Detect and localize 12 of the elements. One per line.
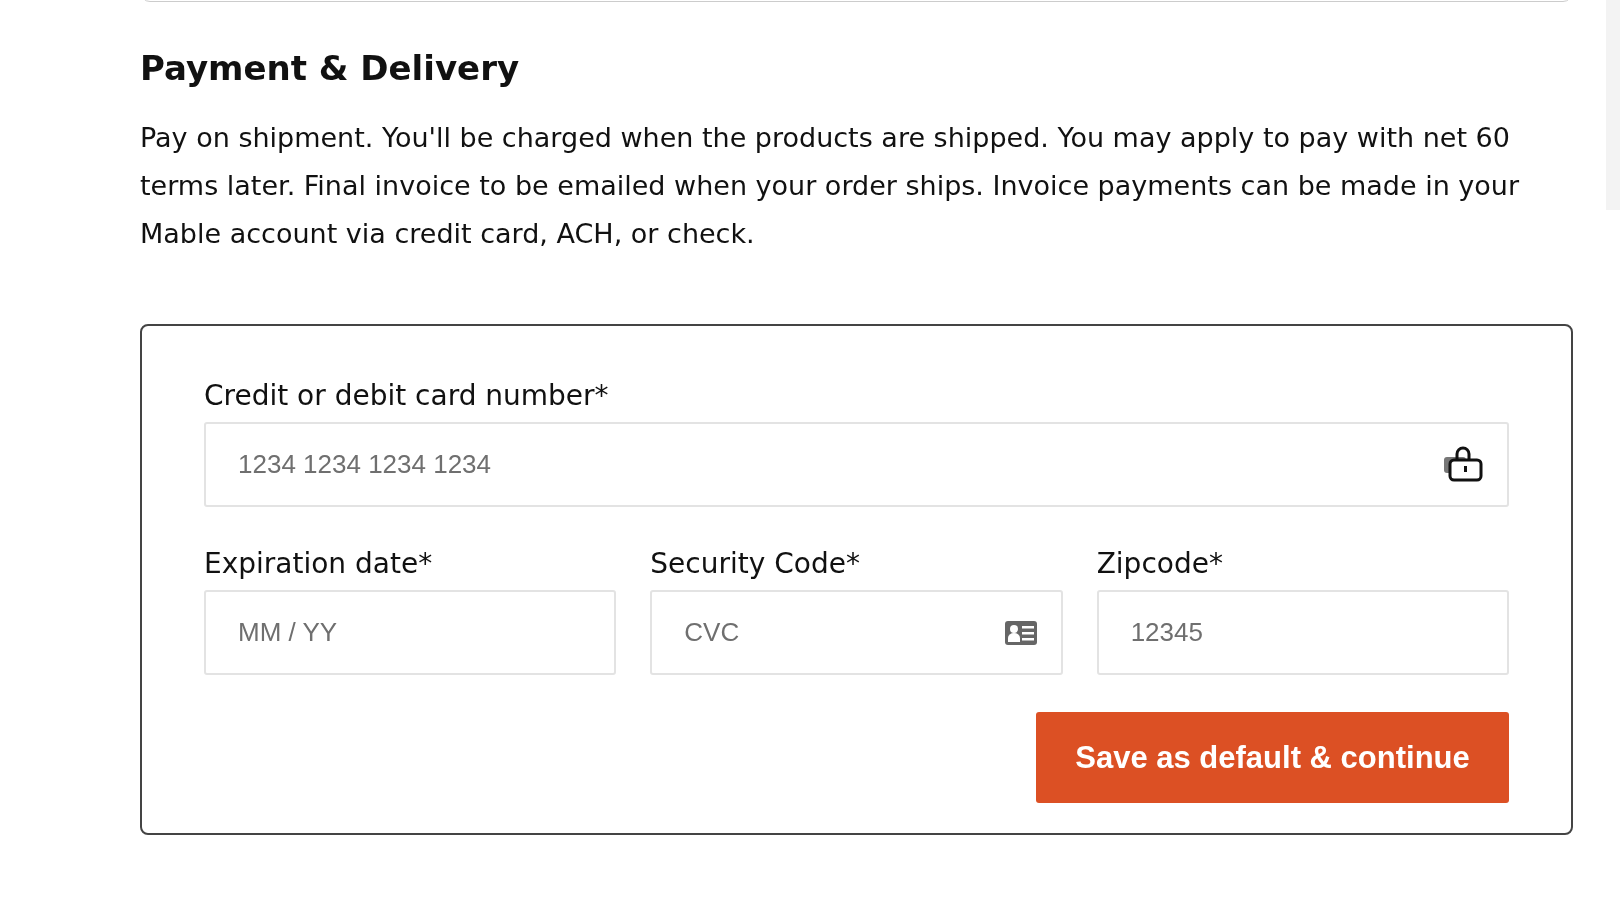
card-lock-icon <box>1443 445 1483 484</box>
save-continue-button[interactable]: Save as default & continue <box>1036 712 1509 803</box>
input-field[interactable]: 1234 1234 1234 1234 <box>204 422 1509 507</box>
field-label: Zipcode* <box>1096 546 1224 582</box>
field-label: Security Code* <box>650 546 861 582</box>
section-heading: Payment & Delivery <box>140 47 521 90</box>
input-field[interactable]: 12345 <box>1096 590 1509 675</box>
input-field[interactable]: MM / YY <box>204 590 617 675</box>
field-label: Expiration date* <box>204 546 434 582</box>
description-text: Pay on shipment. You'll be charged when the products are shipped. You may apply to pay with net 60 terms later. Final invoice to be emailed when your order ships. Invoice payments can be made in your Mable account via credit card, ACH, or check. <box>140 121 1521 251</box>
input-field[interactable]: CVC <box>650 590 1063 675</box>
field-label: Credit or debit card number* <box>204 378 610 414</box>
